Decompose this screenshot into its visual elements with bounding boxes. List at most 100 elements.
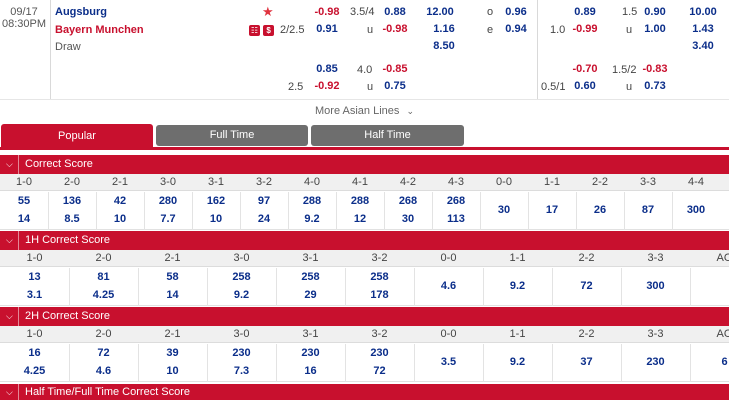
draw-score-odds[interactable]: 230 bbox=[621, 356, 690, 368]
first-half-score-header[interactable]: ⌵ 1H Correct Score bbox=[0, 231, 729, 250]
draw-score-odds[interactable]: 87 bbox=[624, 204, 672, 216]
home-score-odds[interactable]: 258 bbox=[345, 271, 414, 283]
divider bbox=[18, 231, 19, 250]
draw-score-odds[interactable]: 17 bbox=[528, 204, 576, 216]
fh-away-ah-odds[interactable]: -0.99 bbox=[559, 20, 611, 38]
away-team[interactable]: Bayern Munchen bbox=[55, 24, 144, 36]
tab-full-time[interactable]: Full Time bbox=[156, 125, 308, 146]
fh-x12-away-odds[interactable]: 1.43 bbox=[677, 20, 729, 38]
home-score-odds[interactable]: 16 bbox=[0, 347, 69, 359]
favorite-star-icon[interactable]: ★ bbox=[262, 4, 274, 20]
away-score-odds[interactable]: 29 bbox=[276, 289, 345, 301]
away-score-odds[interactable]: 7.7 bbox=[144, 213, 192, 225]
draw-score-odds[interactable]: 9.2 bbox=[483, 356, 552, 368]
away-score-odds[interactable]: 4.6 bbox=[69, 365, 138, 377]
draw-score-odds[interactable]: 6 bbox=[690, 356, 729, 368]
tab-popular[interactable]: Popular bbox=[1, 124, 153, 150]
home-score-odds[interactable]: 55 bbox=[0, 195, 48, 207]
home-score-odds[interactable]: 230 bbox=[345, 347, 414, 359]
htft-score-header[interactable]: ⌵ Half Time/Full Time Correct Score bbox=[0, 384, 729, 400]
away-score-odds[interactable]: 12 bbox=[336, 213, 384, 225]
alt-fh-ou-under-odds[interactable]: 0.73 bbox=[629, 77, 681, 95]
dollar-icon[interactable]: $ bbox=[263, 25, 275, 36]
home-score-odds[interactable]: 81 bbox=[69, 271, 138, 283]
fh-x12-home-odds[interactable]: 10.00 bbox=[677, 3, 729, 21]
away-score-odds[interactable]: 113 bbox=[432, 213, 480, 225]
second-half-score-header[interactable]: ⌵ 2H Correct Score bbox=[0, 307, 729, 326]
away-score-odds[interactable]: 4.25 bbox=[69, 289, 138, 301]
badges: ☷ $ bbox=[249, 24, 275, 36]
draw-score-odds[interactable]: 300 bbox=[621, 280, 690, 292]
draw-score-odds[interactable]: 72 bbox=[552, 280, 621, 292]
alt-fh-home-ah-odds[interactable]: -0.70 bbox=[559, 60, 611, 78]
x12-draw-odds[interactable]: 8.50 bbox=[418, 37, 470, 55]
home-score-odds[interactable]: 288 bbox=[288, 195, 336, 207]
away-score-odds[interactable]: 14 bbox=[138, 289, 207, 301]
oe-odd-odds[interactable]: 0.96 bbox=[490, 3, 542, 21]
divider bbox=[18, 384, 19, 400]
alt-home-ah-odds[interactable]: 0.85 bbox=[301, 60, 353, 78]
more-asian-lines-button[interactable]: More Asian Lines ⌄ bbox=[0, 99, 729, 121]
home-score-odds[interactable]: 268 bbox=[384, 195, 432, 207]
home-score-odds[interactable]: 136 bbox=[48, 195, 96, 207]
draw-score-odds[interactable]: 4.6 bbox=[414, 280, 483, 292]
alt-ou-over-odds[interactable]: -0.85 bbox=[369, 60, 421, 78]
stats-icon[interactable]: ☷ bbox=[249, 25, 260, 36]
home-ah-odds[interactable]: -0.98 bbox=[301, 3, 353, 21]
home-team[interactable]: Augsburg bbox=[55, 6, 107, 18]
oe-even-odds[interactable]: 0.94 bbox=[490, 20, 542, 38]
alt-ou-under-odds[interactable]: 0.75 bbox=[369, 77, 421, 95]
x12-away-odds[interactable]: 1.16 bbox=[418, 20, 470, 38]
home-score-odds[interactable]: 42 bbox=[96, 195, 144, 207]
draw-score-odds[interactable]: 26 bbox=[576, 204, 624, 216]
fh-ou-over-odds[interactable]: 0.90 bbox=[629, 3, 681, 21]
away-score-odds[interactable]: 3.1 bbox=[0, 289, 69, 301]
away-score-odds[interactable]: 10 bbox=[96, 213, 144, 225]
alt-fh-ou-over-odds[interactable]: -0.83 bbox=[629, 60, 681, 78]
fh-ou-under-odds[interactable]: 1.00 bbox=[629, 20, 681, 38]
draw-score-odds[interactable]: 300 bbox=[672, 204, 720, 216]
home-score-odds[interactable]: 97 bbox=[240, 195, 288, 207]
divider bbox=[18, 155, 19, 174]
home-score-odds[interactable]: 258 bbox=[276, 271, 345, 283]
draw-score-odds[interactable]: 3.5 bbox=[414, 356, 483, 368]
away-score-odds[interactable]: 30 bbox=[384, 213, 432, 225]
away-score-odds[interactable]: 4.25 bbox=[0, 365, 69, 377]
draw-score-odds[interactable]: 30 bbox=[480, 204, 528, 216]
away-score-odds[interactable]: 24 bbox=[240, 213, 288, 225]
away-score-odds[interactable]: 7.3 bbox=[207, 365, 276, 377]
away-score-odds[interactable]: 16 bbox=[276, 365, 345, 377]
score-label: 0-0 bbox=[440, 328, 457, 340]
away-ah-odds[interactable]: 0.91 bbox=[301, 20, 353, 38]
fh-x12-draw-odds[interactable]: 3.40 bbox=[677, 37, 729, 55]
correct-score-header[interactable]: ⌵ Correct Score bbox=[0, 155, 729, 174]
away-score-odds[interactable]: 178 bbox=[345, 289, 414, 301]
away-score-odds[interactable]: 72 bbox=[345, 365, 414, 377]
home-score-odds[interactable]: 230 bbox=[276, 347, 345, 359]
fh-home-ah-odds[interactable]: 0.89 bbox=[559, 3, 611, 21]
score-label: 3-1 bbox=[208, 176, 224, 188]
home-score-odds[interactable]: 258 bbox=[207, 271, 276, 283]
home-score-odds[interactable]: 58 bbox=[138, 271, 207, 283]
home-score-odds[interactable]: 280 bbox=[144, 195, 192, 207]
home-score-odds[interactable]: 72 bbox=[69, 347, 138, 359]
alt-fh-away-ah-odds[interactable]: 0.60 bbox=[559, 77, 611, 95]
home-score-odds[interactable]: 230 bbox=[207, 347, 276, 359]
away-score-odds[interactable]: 14 bbox=[0, 213, 48, 225]
draw-score-odds[interactable]: 9.2 bbox=[483, 280, 552, 292]
home-score-odds[interactable]: 268 bbox=[432, 195, 480, 207]
home-score-odds[interactable]: 39 bbox=[138, 347, 207, 359]
home-score-odds[interactable]: 13 bbox=[0, 271, 69, 283]
draw-score-odds[interactable]: 37 bbox=[552, 356, 621, 368]
away-score-odds[interactable]: 9.2 bbox=[207, 289, 276, 301]
away-score-odds[interactable]: 8.5 bbox=[48, 213, 96, 225]
tab-half-time[interactable]: Half Time bbox=[311, 125, 464, 146]
away-score-odds[interactable]: 10 bbox=[138, 365, 207, 377]
home-score-odds[interactable]: 288 bbox=[336, 195, 384, 207]
x12-home-odds[interactable]: 12.00 bbox=[414, 3, 466, 21]
ou-under-odds[interactable]: -0.98 bbox=[369, 20, 421, 38]
home-score-odds[interactable]: 162 bbox=[192, 195, 240, 207]
away-score-odds[interactable]: 9.2 bbox=[288, 213, 336, 225]
alt-away-ah-odds[interactable]: -0.92 bbox=[301, 77, 353, 95]
away-score-odds[interactable]: 10 bbox=[192, 213, 240, 225]
